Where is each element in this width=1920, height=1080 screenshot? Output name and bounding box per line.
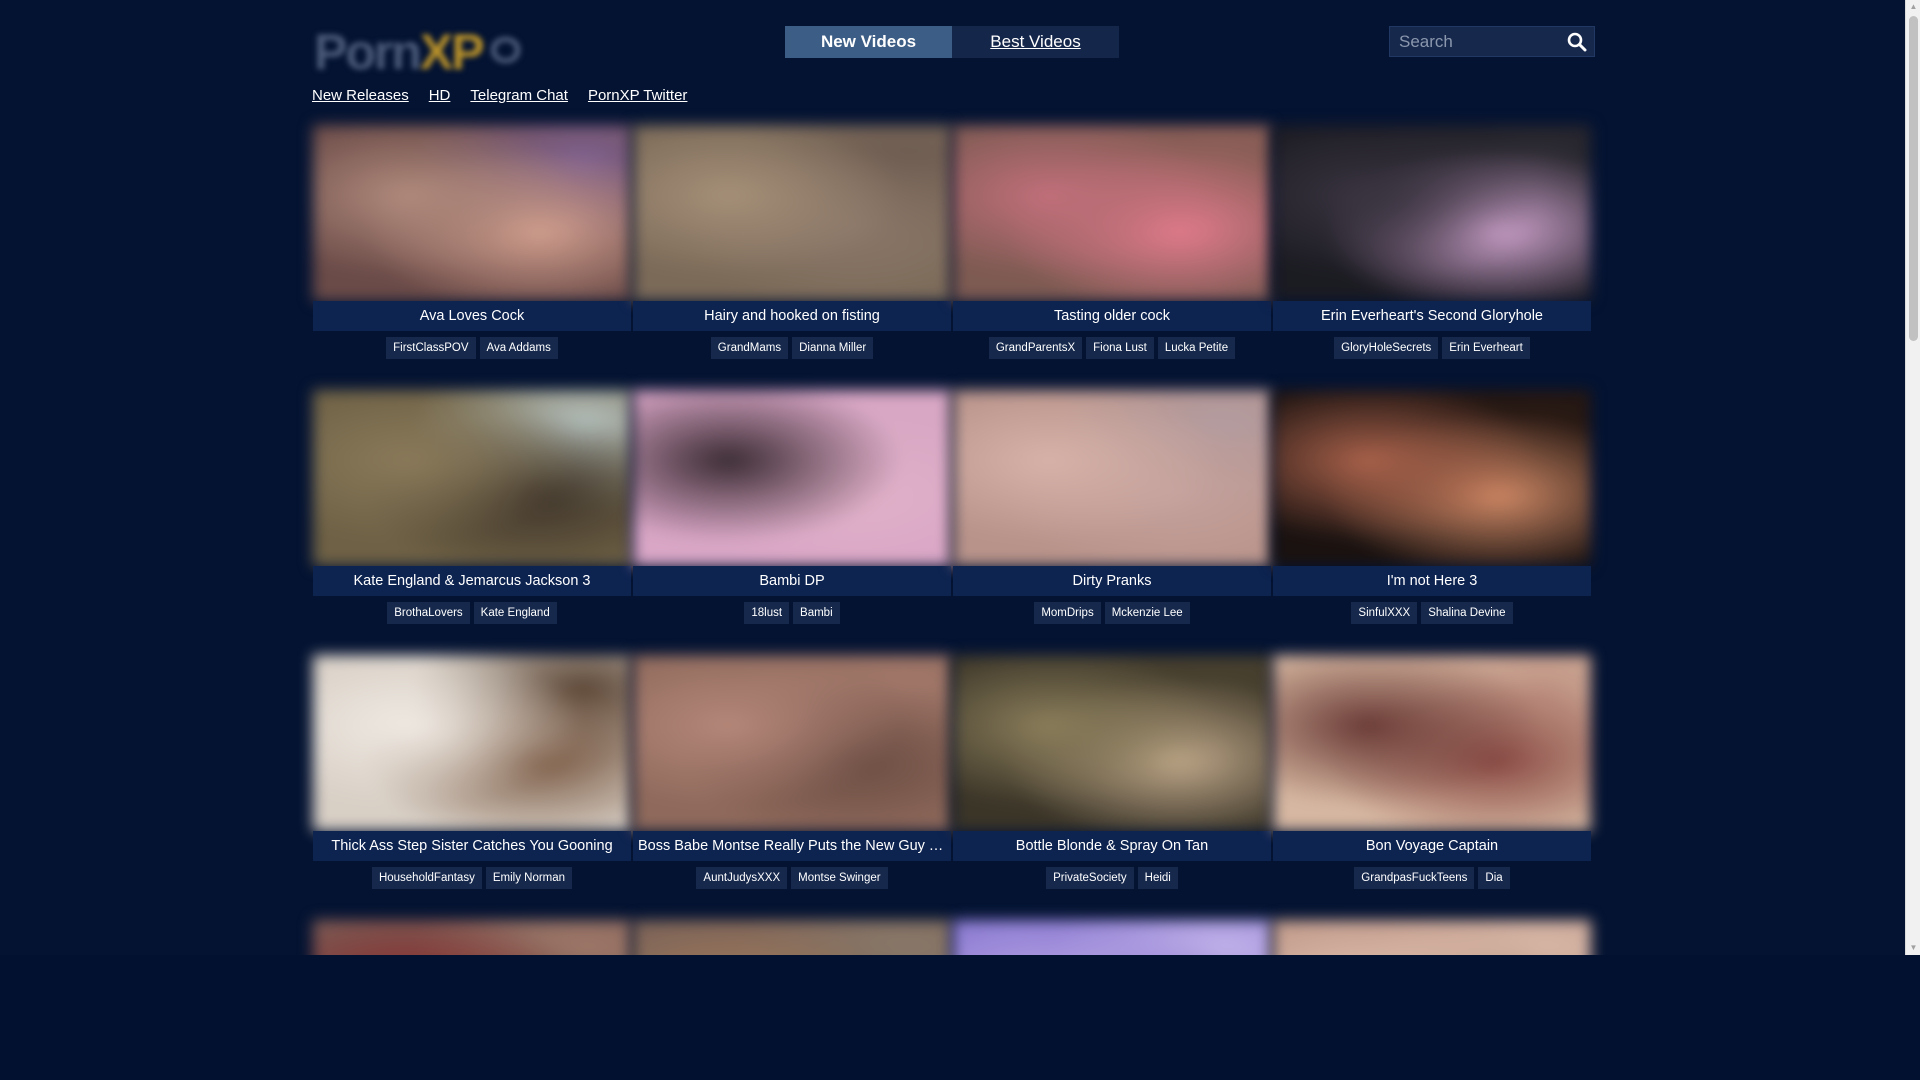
video-title[interactable]: Erin Everheart's Second Gloryhole xyxy=(1273,301,1591,331)
video-title[interactable]: Ava Loves Cock xyxy=(313,301,631,331)
scroll-thumb[interactable] xyxy=(1909,16,1918,341)
video-title[interactable]: Boss Babe Montse Really Puts the New Guy… xyxy=(633,831,951,861)
site-logo[interactable]: PornXPㅇ xyxy=(314,12,559,80)
video-tag[interactable]: Heidi xyxy=(1137,867,1178,889)
video-tags: FirstClassPOV Ava Addams xyxy=(313,337,631,359)
video-tags: BrothaLovers Kate England xyxy=(313,602,631,624)
video-tag[interactable]: 18lust xyxy=(744,602,790,624)
video-title[interactable]: Bambi DP xyxy=(633,566,951,596)
video-tag[interactable]: HouseholdFantasy xyxy=(371,867,482,889)
nav-pornxp-twitter[interactable]: PornXP Twitter xyxy=(588,87,688,104)
video-tag[interactable]: GrandParentsX xyxy=(988,337,1083,359)
video-tags: GrandMams Dianna Miller xyxy=(633,337,951,359)
nav-hd[interactable]: HD xyxy=(429,87,451,104)
search-input[interactable] xyxy=(1390,27,1560,56)
video-thumbnail[interactable] xyxy=(633,390,951,566)
scroll-up-arrow-icon[interactable]: ▲ xyxy=(1906,0,1920,14)
scroll-down-arrow-icon[interactable]: ▼ xyxy=(1906,941,1920,955)
video-tags: HouseholdFantasy Emily Norman xyxy=(313,867,631,889)
video-tag[interactable]: Emily Norman xyxy=(485,867,573,889)
video-title[interactable]: Bottle Blonde & Spray On Tan xyxy=(953,831,1271,861)
video-thumbnail[interactable] xyxy=(953,920,1271,955)
video-tag[interactable]: Erin Everheart xyxy=(1442,337,1530,359)
video-tag[interactable]: Fiona Lust xyxy=(1086,337,1154,359)
video-thumbnail[interactable] xyxy=(1273,655,1591,831)
video-tags: AuntJudysXXX Montse Swinger xyxy=(633,867,951,889)
video-thumbnail[interactable] xyxy=(953,390,1271,566)
video-thumbnail[interactable] xyxy=(953,655,1271,831)
video-tags: GrandParentsX Fiona Lust Lucka Petite xyxy=(953,337,1271,359)
vertical-scrollbar[interactable]: ▲ ▼ xyxy=(1905,0,1920,955)
video-tag[interactable]: GrandMams xyxy=(710,337,789,359)
video-thumbnail[interactable] xyxy=(633,920,951,955)
tab-new-videos[interactable]: New Videos xyxy=(785,26,952,58)
video-tag[interactable]: Dianna Miller xyxy=(792,337,874,359)
video-tag[interactable]: Lucka Petite xyxy=(1157,337,1236,359)
video-tags: 18lust Bambi xyxy=(633,602,951,624)
main-container: PornXPㅇ New Videos Best Videos New Relea… xyxy=(312,0,1595,955)
video-title[interactable]: Thick Ass Step Sister Catches You Goonin… xyxy=(313,831,631,861)
video-thumbnail[interactable] xyxy=(313,125,631,301)
video-tag[interactable]: PrivateSociety xyxy=(1046,867,1134,889)
video-thumbnail[interactable] xyxy=(1273,390,1591,566)
video-tags: PrivateSociety Heidi xyxy=(953,867,1271,889)
video-title[interactable]: Tasting older cock xyxy=(953,301,1271,331)
video-title[interactable]: Kate England & Jemarcus Jackson 3 xyxy=(313,566,631,596)
video-tag[interactable]: FirstClassPOV xyxy=(386,337,476,359)
video-tags: GrandpasFuckTeens Dia xyxy=(1273,867,1591,889)
video-title[interactable]: Hairy and hooked on fisting xyxy=(633,301,951,331)
video-thumbnail[interactable] xyxy=(633,125,951,301)
video-tag[interactable]: Kate England xyxy=(473,602,557,624)
video-tag[interactable]: AuntJudysXXX xyxy=(696,867,788,889)
video-tabs: New Videos Best Videos xyxy=(785,26,1119,58)
video-thumbnail[interactable] xyxy=(633,655,951,831)
tab-best-videos[interactable]: Best Videos xyxy=(952,26,1119,58)
video-tag[interactable]: Ava Addams xyxy=(479,337,558,359)
video-thumbnail[interactable] xyxy=(1273,920,1591,955)
below-viewport-area xyxy=(0,955,1920,1080)
video-tag[interactable]: SinfulXXX xyxy=(1351,602,1418,624)
video-tags: GloryHoleSecrets Erin Everheart xyxy=(1273,337,1591,359)
video-thumbnail[interactable] xyxy=(313,920,631,955)
video-tag[interactable]: MomDrips xyxy=(1034,602,1101,624)
video-thumbnail[interactable] xyxy=(313,655,631,831)
sub-navigation: New Releases HD Telegram Chat PornXP Twi… xyxy=(312,87,687,104)
video-tag[interactable]: Bambi xyxy=(793,602,840,624)
video-thumbnail[interactable] xyxy=(953,125,1271,301)
video-tag[interactable]: Dia xyxy=(1478,867,1510,889)
video-tag[interactable]: Shalina Devine xyxy=(1421,602,1513,624)
nav-new-releases[interactable]: New Releases xyxy=(312,87,409,104)
video-thumbnail[interactable] xyxy=(1273,125,1591,301)
page-viewport: PornXPㅇ New Videos Best Videos New Relea… xyxy=(0,0,1905,955)
video-tag[interactable]: GloryHoleSecrets xyxy=(1334,337,1439,359)
video-tags: SinfulXXX Shalina Devine xyxy=(1273,602,1591,624)
video-tag[interactable]: Mckenzie Lee xyxy=(1104,602,1190,624)
video-tag[interactable]: GrandpasFuckTeens xyxy=(1354,867,1475,889)
video-title[interactable]: Bon Voyage Captain xyxy=(1273,831,1591,861)
nav-telegram-chat[interactable]: Telegram Chat xyxy=(470,87,568,104)
video-thumbnail[interactable] xyxy=(313,390,631,566)
video-title[interactable]: I'm not Here 3 xyxy=(1273,566,1591,596)
video-tags: MomDrips Mckenzie Lee xyxy=(953,602,1271,624)
search-icon[interactable] xyxy=(1567,32,1587,52)
video-tag[interactable]: Montse Swinger xyxy=(791,867,888,889)
video-title[interactable]: Dirty Pranks xyxy=(953,566,1271,596)
search-box xyxy=(1389,26,1595,57)
video-tag[interactable]: BrothaLovers xyxy=(387,602,470,624)
